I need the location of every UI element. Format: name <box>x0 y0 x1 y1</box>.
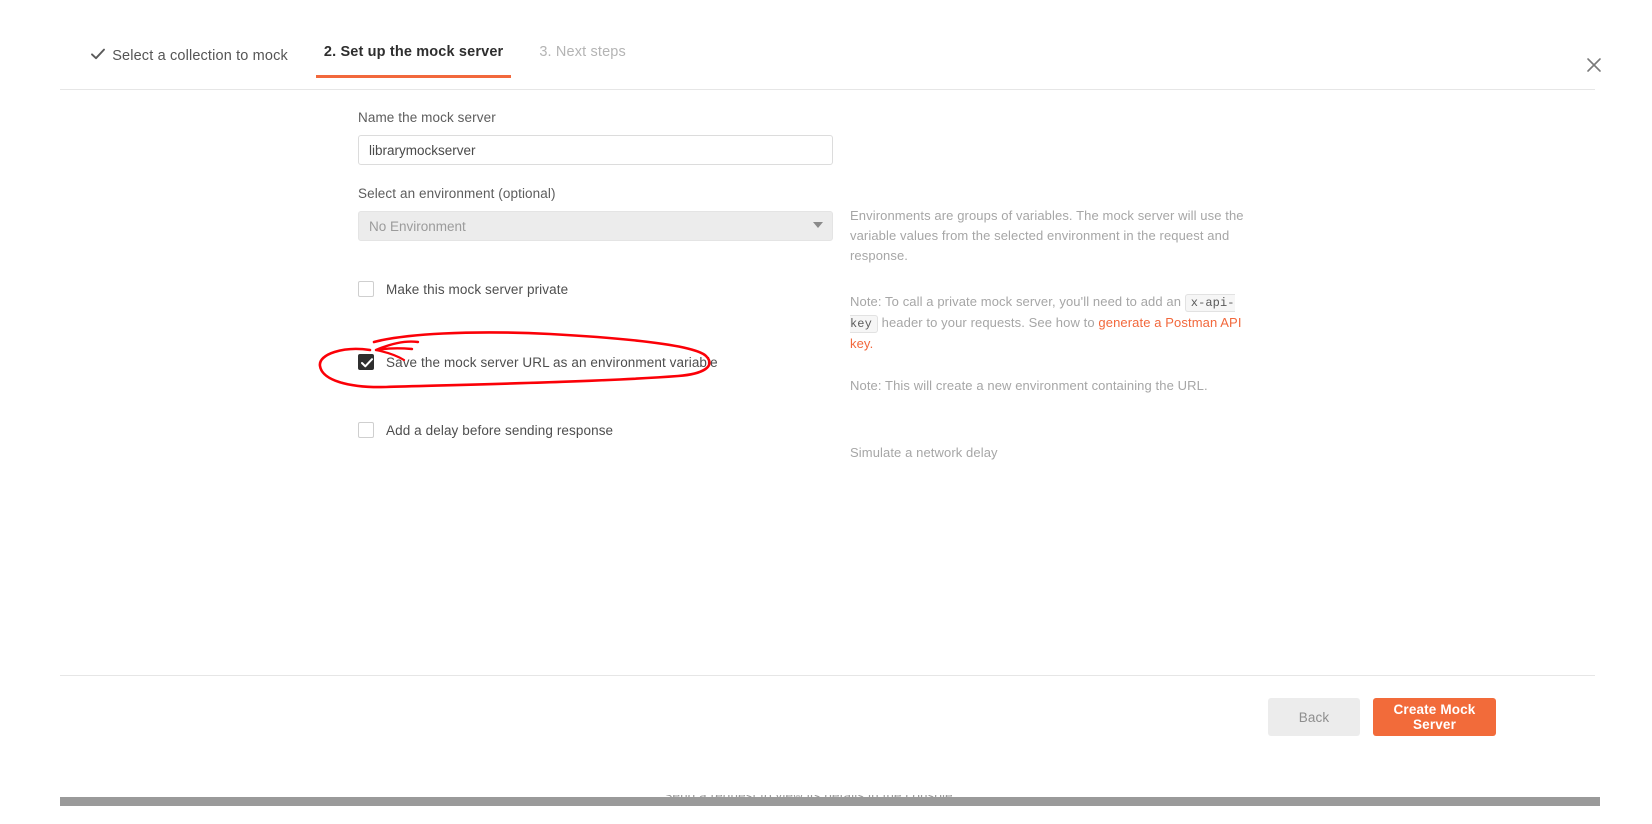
modal-header: Select a collection to mock 2. Set up th… <box>60 0 1601 90</box>
tab-next-steps[interactable]: 3. Next steps <box>521 44 644 78</box>
tab-label-setup-mock-server: 2. Set up the mock server <box>323 44 504 60</box>
help-url-env-note: Note: This will create a new environment… <box>850 377 1208 393</box>
checkbox-row-private[interactable]: Make this mock server private <box>358 281 838 297</box>
active-tab-underline <box>315 75 512 78</box>
screen: Send a request to view its details in th… <box>0 0 1652 824</box>
checkbox-row-save-url[interactable]: Save the mock server URL as an environme… <box>358 354 838 370</box>
form-column: Name the mock server Select an environme… <box>358 110 838 438</box>
help-private-note-text-1: Note: To call a private mock server, you… <box>850 294 1185 310</box>
checkbox-label-add-delay: Add a delay before sending response <box>386 422 614 438</box>
environment-select-value: No Environment <box>358 211 833 241</box>
name-field-label: Name the mock server <box>358 110 496 125</box>
tab-label-select-collection: Select a collection to mock <box>112 48 288 64</box>
modal-footer: Back Create Mock Server <box>60 675 1595 795</box>
tab-select-collection[interactable]: Select a collection to mock <box>72 44 306 82</box>
help-private-note: Note: To call a private mock server, you… <box>850 292 1250 353</box>
checkbox-row-delay[interactable]: Add a delay before sending response <box>358 422 838 438</box>
mock-server-name-input[interactable] <box>358 135 833 165</box>
checkbox-make-private[interactable] <box>358 281 374 297</box>
help-private-note-text-2: header to your requests. See how to <box>877 315 1099 331</box>
checkbox-add-delay[interactable] <box>358 422 374 438</box>
help-column: Environments are groups of variables. Th… <box>850 110 1250 463</box>
mock-server-modal: Select a collection to mock 2. Set up th… <box>60 0 1601 795</box>
background-horizontal-scrollbar[interactable] <box>60 797 1600 806</box>
stepper-tabs: Select a collection to mock 2. Set up th… <box>72 44 644 82</box>
create-mock-server-button[interactable]: Create Mock Server <box>1373 698 1496 736</box>
back-button[interactable]: Back <box>1268 698 1360 736</box>
tab-setup-mock-server[interactable]: 2. Set up the mock server <box>306 44 521 78</box>
close-icon[interactable] <box>1581 52 1607 78</box>
checkbox-save-url-as-env-variable[interactable] <box>358 354 374 370</box>
help-delay-note: Simulate a network delay <box>850 444 998 460</box>
help-private-note-period: . <box>869 335 874 351</box>
environment-field-label: Select an environment (optional) <box>358 186 556 201</box>
checkbox-label-save-url-as-env-variable: Save the mock server URL as an environme… <box>386 354 718 370</box>
environment-select[interactable]: No Environment <box>358 211 833 241</box>
check-icon <box>90 46 106 62</box>
help-environment-note: Environments are groups of variables. Th… <box>850 208 1244 264</box>
tab-label-next-steps: 3. Next steps <box>539 44 626 60</box>
modal-body: Name the mock server Select an environme… <box>60 90 1595 675</box>
checkbox-label-make-private: Make this mock server private <box>386 281 569 297</box>
